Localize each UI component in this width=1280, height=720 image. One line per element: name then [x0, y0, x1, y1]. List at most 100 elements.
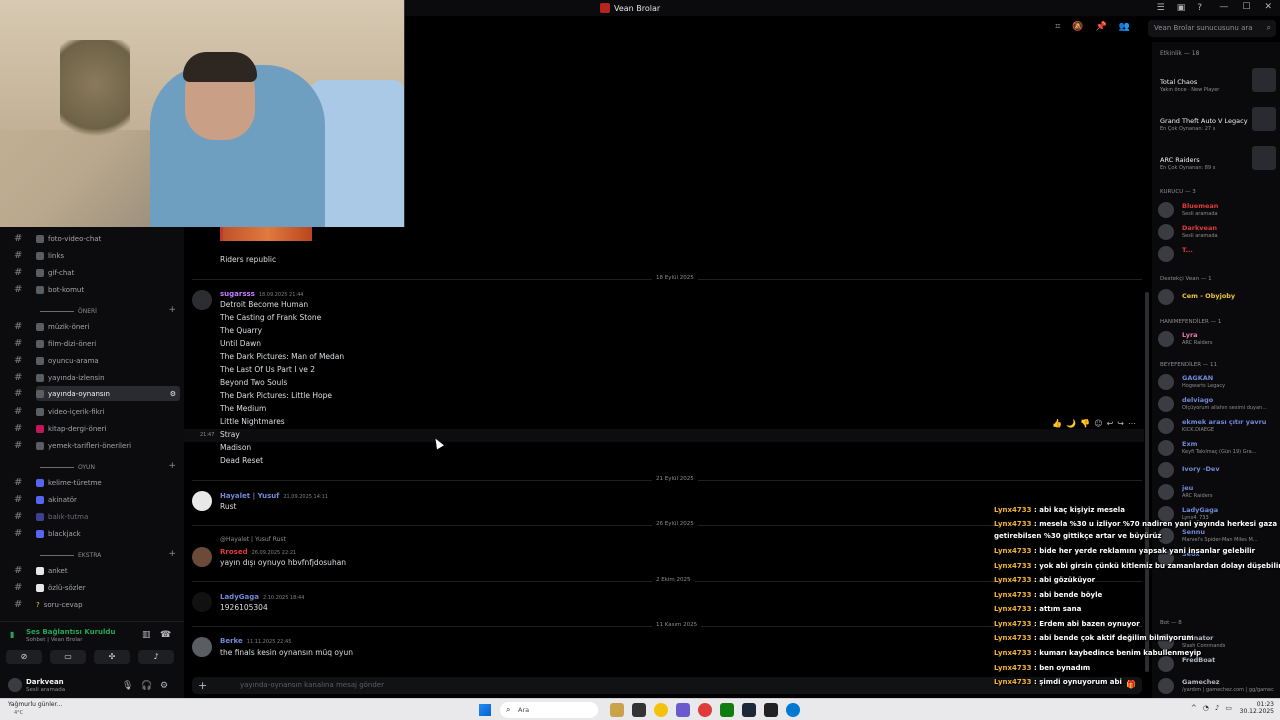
author-name[interactable]: Hayalet | Yusuf	[220, 492, 279, 500]
reply-reference[interactable]: @Hayalet | Yusuf Rust	[220, 536, 286, 543]
channel-foto-video-chat[interactable]: # foto-video-chat	[14, 231, 180, 246]
add-channel-icon[interactable]: +	[168, 461, 176, 471]
category-oyun[interactable]: OYUN +	[40, 461, 176, 471]
xbox-icon[interactable]	[720, 703, 734, 717]
member-item[interactable]: GAGKAN Hogwarts Legacy	[1158, 372, 1278, 392]
channel-bot-komut[interactable]: # bot-komut	[14, 282, 180, 297]
app-icon[interactable]	[698, 703, 712, 717]
channel-muzik-oneri[interactable]: # müzik-öneri	[14, 319, 180, 334]
embed-image[interactable]	[220, 226, 312, 241]
add-channel-icon[interactable]: +	[168, 549, 176, 559]
channel-kelime-turetme[interactable]: # kelime-türetme	[14, 475, 180, 490]
channel-oyuncu-arama[interactable]: # oyuncu-arama	[14, 353, 180, 368]
author-name[interactable]: Rrosed	[220, 548, 248, 556]
activities-button[interactable]: ✣	[94, 650, 130, 664]
voice-status[interactable]: Ses Bağlantısı Kuruldu	[26, 628, 115, 636]
message-author[interactable]: Hayalet | Yusuf 21.09.2025 14:11	[220, 492, 328, 500]
taskbar-search[interactable]: ⌕ Ara	[500, 702, 598, 718]
terminal-icon[interactable]	[632, 703, 646, 717]
channel-anket[interactable]: # anket	[14, 563, 180, 578]
avatar[interactable]	[8, 678, 22, 692]
activity-card[interactable]: Grand Theft Auto V Legacy En Çok Oynanan…	[1158, 103, 1276, 139]
weather-widget[interactable]: Yağmurlu günler...	[8, 701, 62, 708]
channel-balik-tutma[interactable]: # balık-tutma	[14, 509, 180, 524]
thumbs-up-icon[interactable]: 👍	[1052, 419, 1062, 428]
share-screen-button[interactable]: ▭	[50, 650, 86, 664]
screen-icon[interactable]: ▣	[1177, 3, 1186, 13]
chevron-up-icon[interactable]: ^	[1191, 704, 1197, 712]
settings-gear-icon[interactable]: ⚙	[160, 681, 168, 691]
channel-yayinda-oynansin[interactable]: # yayında-oynansın ⚙	[14, 386, 180, 401]
pin-icon[interactable]: 📌	[1096, 22, 1107, 32]
avatar[interactable]	[192, 637, 212, 657]
message-author[interactable]: LadyGaga 2.10.2025 18:44	[220, 593, 304, 601]
file-explorer-icon[interactable]	[610, 703, 624, 717]
volume-icon[interactable]: ♪	[1215, 704, 1219, 712]
avatar[interactable]	[192, 592, 212, 612]
thumbs-down-icon[interactable]: 👎	[1080, 419, 1090, 428]
member-item[interactable]: Cem - Obyjoby	[1158, 287, 1278, 307]
channel-yayinda-izlensin[interactable]: # yayında-izlensin	[14, 370, 180, 385]
more-icon[interactable]: ⋯	[1128, 419, 1136, 428]
microphone-icon[interactable]: 🎙	[122, 681, 133, 691]
hovered-message-row[interactable]	[184, 429, 1144, 442]
browser-icon[interactable]	[676, 703, 690, 717]
battery-icon[interactable]: ▭	[1225, 704, 1232, 712]
inbox-icon[interactable]: ☰	[1157, 3, 1165, 13]
author-name[interactable]: LadyGaga	[220, 593, 259, 601]
member-item[interactable]: ekmek arası çıtır yavru KICK.DIAEGE	[1158, 416, 1278, 436]
author-name[interactable]: sugarsss	[220, 290, 255, 298]
noise-suppression-icon[interactable]: ▥	[142, 630, 151, 640]
message-author[interactable]: Berke 11.11.2025 22:45	[220, 637, 291, 645]
member-item[interactable]: Darkvean Sesli aramada	[1158, 222, 1278, 242]
minimize-button[interactable]: —	[1219, 2, 1228, 12]
activity-card[interactable]: Total Chaos Yakın önce · New Player	[1158, 64, 1276, 100]
channel-ozlu-sozler[interactable]: # özlü-sözler	[14, 580, 180, 595]
forward-icon[interactable]: ↪	[1117, 419, 1124, 428]
channel-video-icerik-fikri[interactable]: # video-içerik-fikri	[14, 404, 180, 419]
member-item[interactable]: delviago Ölçüyorum allahın sesimi duyan..…	[1158, 394, 1278, 414]
notifications-icon[interactable]: 🔕	[1072, 22, 1083, 32]
channel-settings-icon[interactable]: ⚙	[170, 390, 176, 398]
help-icon[interactable]: ?	[1197, 3, 1202, 13]
member-item[interactable]: Bluemean Sesli aramada	[1158, 200, 1278, 220]
windows-start-icon[interactable]	[479, 704, 491, 716]
user-name[interactable]: Darkvean	[26, 678, 64, 686]
avatar[interactable]	[192, 290, 212, 310]
clock[interactable]: 01:23 30.12.2025	[1240, 701, 1274, 715]
category-ekstra[interactable]: EKSTRA +	[40, 549, 176, 559]
member-item[interactable]: jeu ARC Raiders	[1158, 482, 1278, 502]
add-channel-icon[interactable]: +	[168, 305, 176, 315]
member-item[interactable]: T...	[1158, 244, 1278, 264]
channel-soru-cevap[interactable]: #? soru-cevap	[14, 597, 180, 612]
reply-icon[interactable]: ↩	[1107, 419, 1114, 428]
channel-yemek-tarifleri[interactable]: # yemek-tarifleri-önerileri	[14, 438, 180, 453]
add-reaction-icon[interactable]: ☺	[1094, 419, 1102, 428]
members-icon[interactable]: 👥	[1119, 22, 1130, 32]
member-item[interactable]: Ivory -Dev	[1158, 460, 1278, 480]
channel-kitap-dergi-oneri[interactable]: # kitap-dergi-öneri	[14, 421, 180, 436]
avatar[interactable]	[192, 491, 212, 511]
author-name[interactable]: Berke	[220, 637, 243, 645]
attach-plus-icon[interactable]: +	[198, 679, 207, 692]
channel-gif-chat[interactable]: # gif-chat	[14, 265, 180, 280]
network-icon[interactable]: ◔	[1203, 704, 1209, 712]
camera-off-button[interactable]: ⊘	[6, 650, 42, 664]
activity-card[interactable]: ARC Raiders En Çok Oynanan: 89 s	[1158, 142, 1276, 178]
member-item[interactable]: Exm Keyfi Takılmaç (Gün 19) Gra...	[1158, 438, 1278, 458]
message-author[interactable]: Rrosed 26.09.2025 22:21	[220, 548, 296, 556]
disconnect-icon[interactable]: ☎	[160, 630, 171, 640]
channel-blackjack[interactable]: # blackjack	[14, 526, 180, 541]
close-button[interactable]: ✕	[1264, 2, 1272, 12]
maximize-button[interactable]: ☐	[1242, 2, 1250, 12]
server-search-input[interactable]: Vean Brolar sunucusunu ara ⌕	[1148, 20, 1276, 37]
avatar[interactable]	[192, 547, 212, 567]
headphones-icon[interactable]: 🎧	[141, 681, 152, 691]
moon-icon[interactable]: 🌙	[1066, 419, 1076, 428]
message-author[interactable]: sugarsss 18.09.2025 21:44	[220, 290, 303, 298]
threads-icon[interactable]: ⌗	[1055, 22, 1060, 32]
channel-akinator[interactable]: # akinatör	[14, 492, 180, 507]
voice-channel[interactable]: Sohbet | Vean Brolar	[26, 637, 83, 643]
chrome-icon[interactable]	[654, 703, 668, 717]
obs-icon[interactable]	[764, 703, 778, 717]
